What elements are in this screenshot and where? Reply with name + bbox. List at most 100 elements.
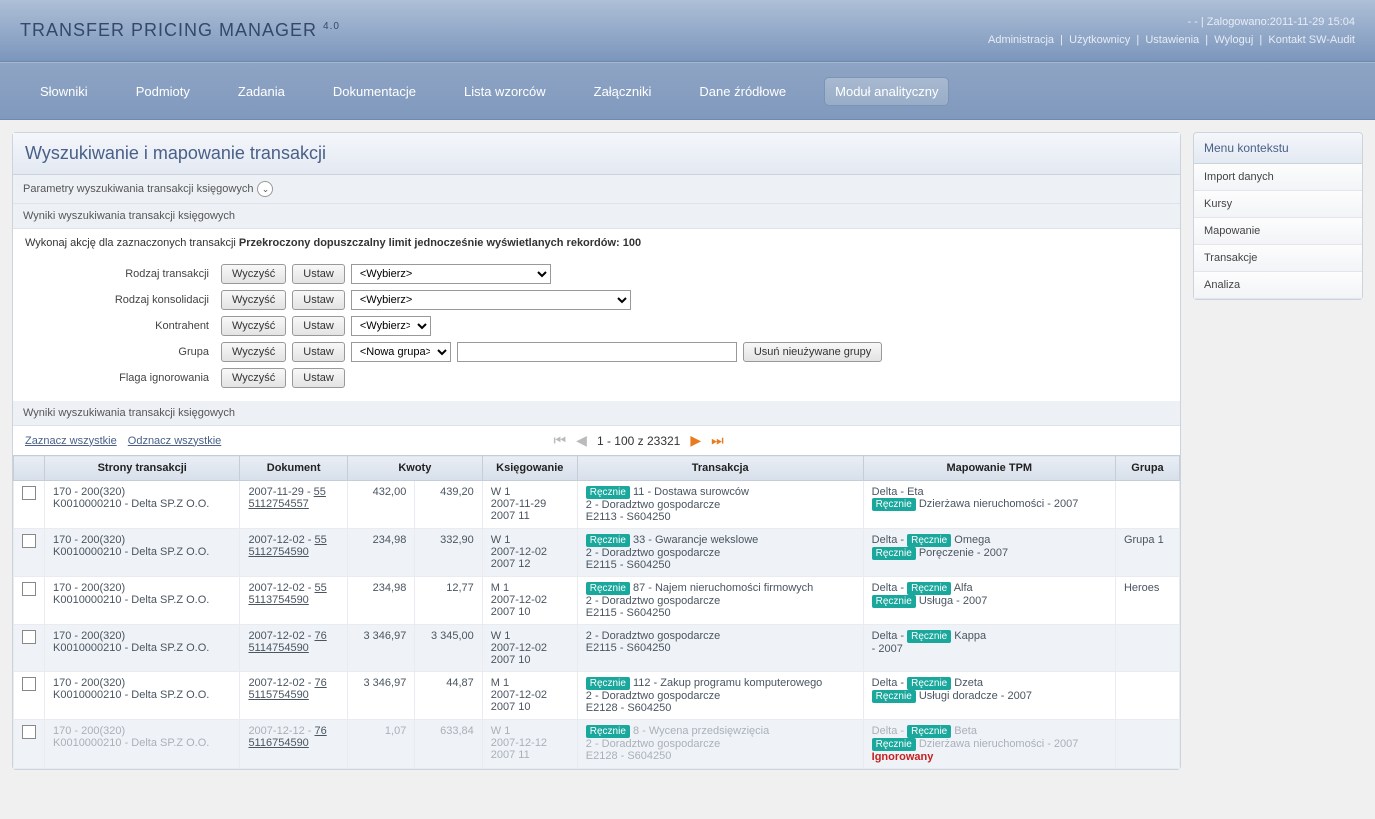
clear-button[interactable]: Wyczyść — [221, 290, 286, 310]
cell-mapowanie: Delta - Ręcznie BetaRęcznie Dzierżawa ni… — [863, 720, 1115, 769]
manual-tag: Ręcznie — [907, 582, 951, 595]
results-table: Strony transakcji Dokument Kwoty Księgow… — [13, 455, 1180, 769]
nav-dokumentacje[interactable]: Dokumentacje — [323, 78, 426, 105]
table-row[interactable]: 170 - 200(320) K0010000210 - Delta SP.Z … — [14, 529, 1180, 577]
set-button[interactable]: Ustaw — [292, 290, 345, 310]
last-page-icon[interactable]: ⏭ — [711, 432, 724, 449]
context-item-transakcje[interactable]: Transakcje — [1194, 245, 1362, 272]
th-ksiegowanie[interactable]: Księgowanie — [482, 456, 577, 481]
th-mapowanie[interactable]: Mapowanie TPM — [863, 456, 1115, 481]
context-item-mapowanie[interactable]: Mapowanie — [1194, 218, 1362, 245]
nav-zadania[interactable]: Zadania — [228, 78, 295, 105]
table-row[interactable]: 170 - 200(320) K0010000210 - Delta SP.Z … — [14, 625, 1180, 672]
link-logout[interactable]: Wyloguj — [1214, 34, 1253, 46]
context-item-analiza[interactable]: Analiza — [1194, 272, 1362, 299]
nav-slowniki[interactable]: Słowniki — [30, 78, 98, 105]
context-menu: Menu kontekstu Import danych Kursy Mapow… — [1193, 132, 1363, 300]
label-flaga: Flaga ignorowania — [25, 372, 215, 384]
params-section[interactable]: Parametry wyszukiwania transakcji księgo… — [13, 175, 1180, 204]
cell-transakcja: Ręcznie 33 - Gwarancje wekslowe2 - Dorad… — [577, 529, 863, 577]
select-kontrahent[interactable]: <Wybierz> — [351, 316, 431, 336]
cell-grupa: Grupa 1 — [1115, 529, 1179, 577]
results-label-1: Wyniki wyszukiwania transakcji księgowyc… — [23, 210, 235, 222]
doc-id-link[interactable]: 5115754590 — [248, 689, 308, 701]
row-checkbox[interactable] — [22, 582, 36, 596]
results-section-1: Wyniki wyszukiwania transakcji księgowyc… — [13, 204, 1180, 229]
clear-button[interactable]: Wyczyść — [221, 368, 286, 388]
set-button[interactable]: Ustaw — [292, 316, 345, 336]
doc-id-link[interactable]: 5112754557 — [248, 498, 308, 510]
context-item-kursy[interactable]: Kursy — [1194, 191, 1362, 218]
doc-id-link[interactable]: 5114754590 — [248, 642, 308, 654]
nav-lista-wzorcow[interactable]: Lista wzorców — [454, 78, 556, 105]
th-grupa[interactable]: Grupa — [1115, 456, 1179, 481]
link-settings[interactable]: Ustawienia — [1145, 34, 1199, 46]
row-checkbox[interactable] — [22, 534, 36, 548]
cell-strony: 170 - 200(320) K0010000210 - Delta SP.Z … — [45, 577, 240, 625]
nav-dane-zrodlowe[interactable]: Dane źródłowe — [689, 78, 796, 105]
row-checkbox[interactable] — [22, 725, 36, 739]
table-row[interactable]: 170 - 200(320) K0010000210 - Delta SP.Z … — [14, 577, 1180, 625]
clear-button[interactable]: Wyczyść — [221, 316, 286, 336]
row-checkbox[interactable] — [22, 630, 36, 644]
clear-button[interactable]: Wyczyść — [221, 264, 286, 284]
doc-num-link[interactable]: 55 — [314, 486, 326, 498]
th-dokument[interactable]: Dokument — [240, 456, 347, 481]
cell-strony: 170 - 200(320) K0010000210 - Delta SP.Z … — [45, 672, 240, 720]
set-button[interactable]: Ustaw — [292, 368, 345, 388]
row-checkbox[interactable] — [22, 486, 36, 500]
cell-kwota2: 44,87 — [415, 672, 482, 720]
action-prefix: Wykonaj akcję dla zaznaczonych transakcj… — [25, 237, 239, 249]
main-panel: Wyszukiwanie i mapowanie transakcji Para… — [12, 132, 1181, 770]
doc-num-link[interactable]: 55 — [314, 534, 326, 546]
th-transakcja[interactable]: Transakcja — [577, 456, 863, 481]
link-users[interactable]: Użytkownicy — [1069, 34, 1130, 46]
deselect-all-link[interactable]: Odznacz wszystkie — [128, 435, 222, 447]
th-kwoty[interactable]: Kwoty — [347, 456, 482, 481]
cell-transakcja: 2 - Doradztwo gospodarczeE2115 - S604250 — [577, 625, 863, 672]
row-checkbox[interactable] — [22, 677, 36, 691]
context-item-import[interactable]: Import danych — [1194, 164, 1362, 191]
row-grupa: Grupa Wyczyść Ustaw <Nowa grupa> Usuń ni… — [13, 339, 1180, 365]
nav-podmioty[interactable]: Podmioty — [126, 78, 200, 105]
cell-mapowanie: Delta - Ręcznie DzetaRęcznie Usługi dora… — [863, 672, 1115, 720]
cell-transakcja: Ręcznie 87 - Najem nieruchomości firmowy… — [577, 577, 863, 625]
select-all-link[interactable]: Zaznacz wszystkie — [25, 435, 117, 447]
row-kontrahent: Kontrahent Wyczyść Ustaw <Wybierz> — [13, 313, 1180, 339]
set-button[interactable]: Ustaw — [292, 342, 345, 362]
doc-num-link[interactable]: 55 — [314, 582, 326, 594]
doc-id-link[interactable]: 5112754590 — [248, 546, 308, 558]
cell-strony: 170 - 200(320) K0010000210 - Delta SP.Z … — [45, 529, 240, 577]
table-row[interactable]: 170 - 200(320) K0010000210 - Delta SP.Z … — [14, 672, 1180, 720]
doc-id-link[interactable]: 5113754590 — [248, 594, 308, 606]
delete-unused-groups-button[interactable]: Usuń nieużywane grupy — [743, 342, 882, 362]
select-rodzaj-transakcji[interactable]: <Wybierz> — [351, 264, 551, 284]
select-rodzaj-konsolidacji[interactable]: <Wybierz> — [351, 290, 631, 310]
nav-modul-analityczny[interactable]: Moduł analityczny — [824, 77, 949, 106]
selection-links: Zaznacz wszystkie Odznacz wszystkie — [25, 435, 229, 447]
app-version: 4.0 — [323, 21, 340, 32]
results-label-2: Wyniki wyszukiwania transakcji księgowyc… — [23, 407, 235, 419]
expand-icon[interactable]: ⌄ — [257, 181, 273, 197]
cell-ksiegowanie: W 1 2007-11-29 2007 11 — [482, 481, 577, 529]
set-button[interactable]: Ustaw — [292, 264, 345, 284]
doc-id-link[interactable]: 5116754590 — [248, 737, 308, 749]
action-bold: Przekroczony dopuszczalny limit jednocze… — [239, 237, 641, 249]
app-name: TRANSFER PRICING MANAGER — [20, 20, 317, 40]
doc-num-link[interactable]: 76 — [314, 677, 326, 689]
link-contact[interactable]: Kontakt SW-Audit — [1268, 34, 1355, 46]
select-grupa[interactable]: <Nowa grupa> — [351, 342, 451, 362]
table-row[interactable]: 170 - 200(320) K0010000210 - Delta SP.Z … — [14, 720, 1180, 769]
pager-text: 1 - 100 z 23321 — [597, 434, 680, 448]
manual-tag: Ręcznie — [586, 582, 630, 595]
next-page-icon[interactable]: ▶ — [690, 432, 701, 449]
grupa-input[interactable] — [457, 342, 737, 362]
cell-ksiegowanie: W 1 2007-12-12 2007 11 — [482, 720, 577, 769]
th-strony[interactable]: Strony transakcji — [45, 456, 240, 481]
clear-button[interactable]: Wyczyść — [221, 342, 286, 362]
doc-num-link[interactable]: 76 — [314, 725, 326, 737]
nav-zalaczniki[interactable]: Załączniki — [584, 78, 662, 105]
doc-num-link[interactable]: 76 — [314, 630, 326, 642]
link-admin[interactable]: Administracja — [988, 34, 1054, 46]
table-row[interactable]: 170 - 200(320) K0010000210 - Delta SP.Z … — [14, 481, 1180, 529]
